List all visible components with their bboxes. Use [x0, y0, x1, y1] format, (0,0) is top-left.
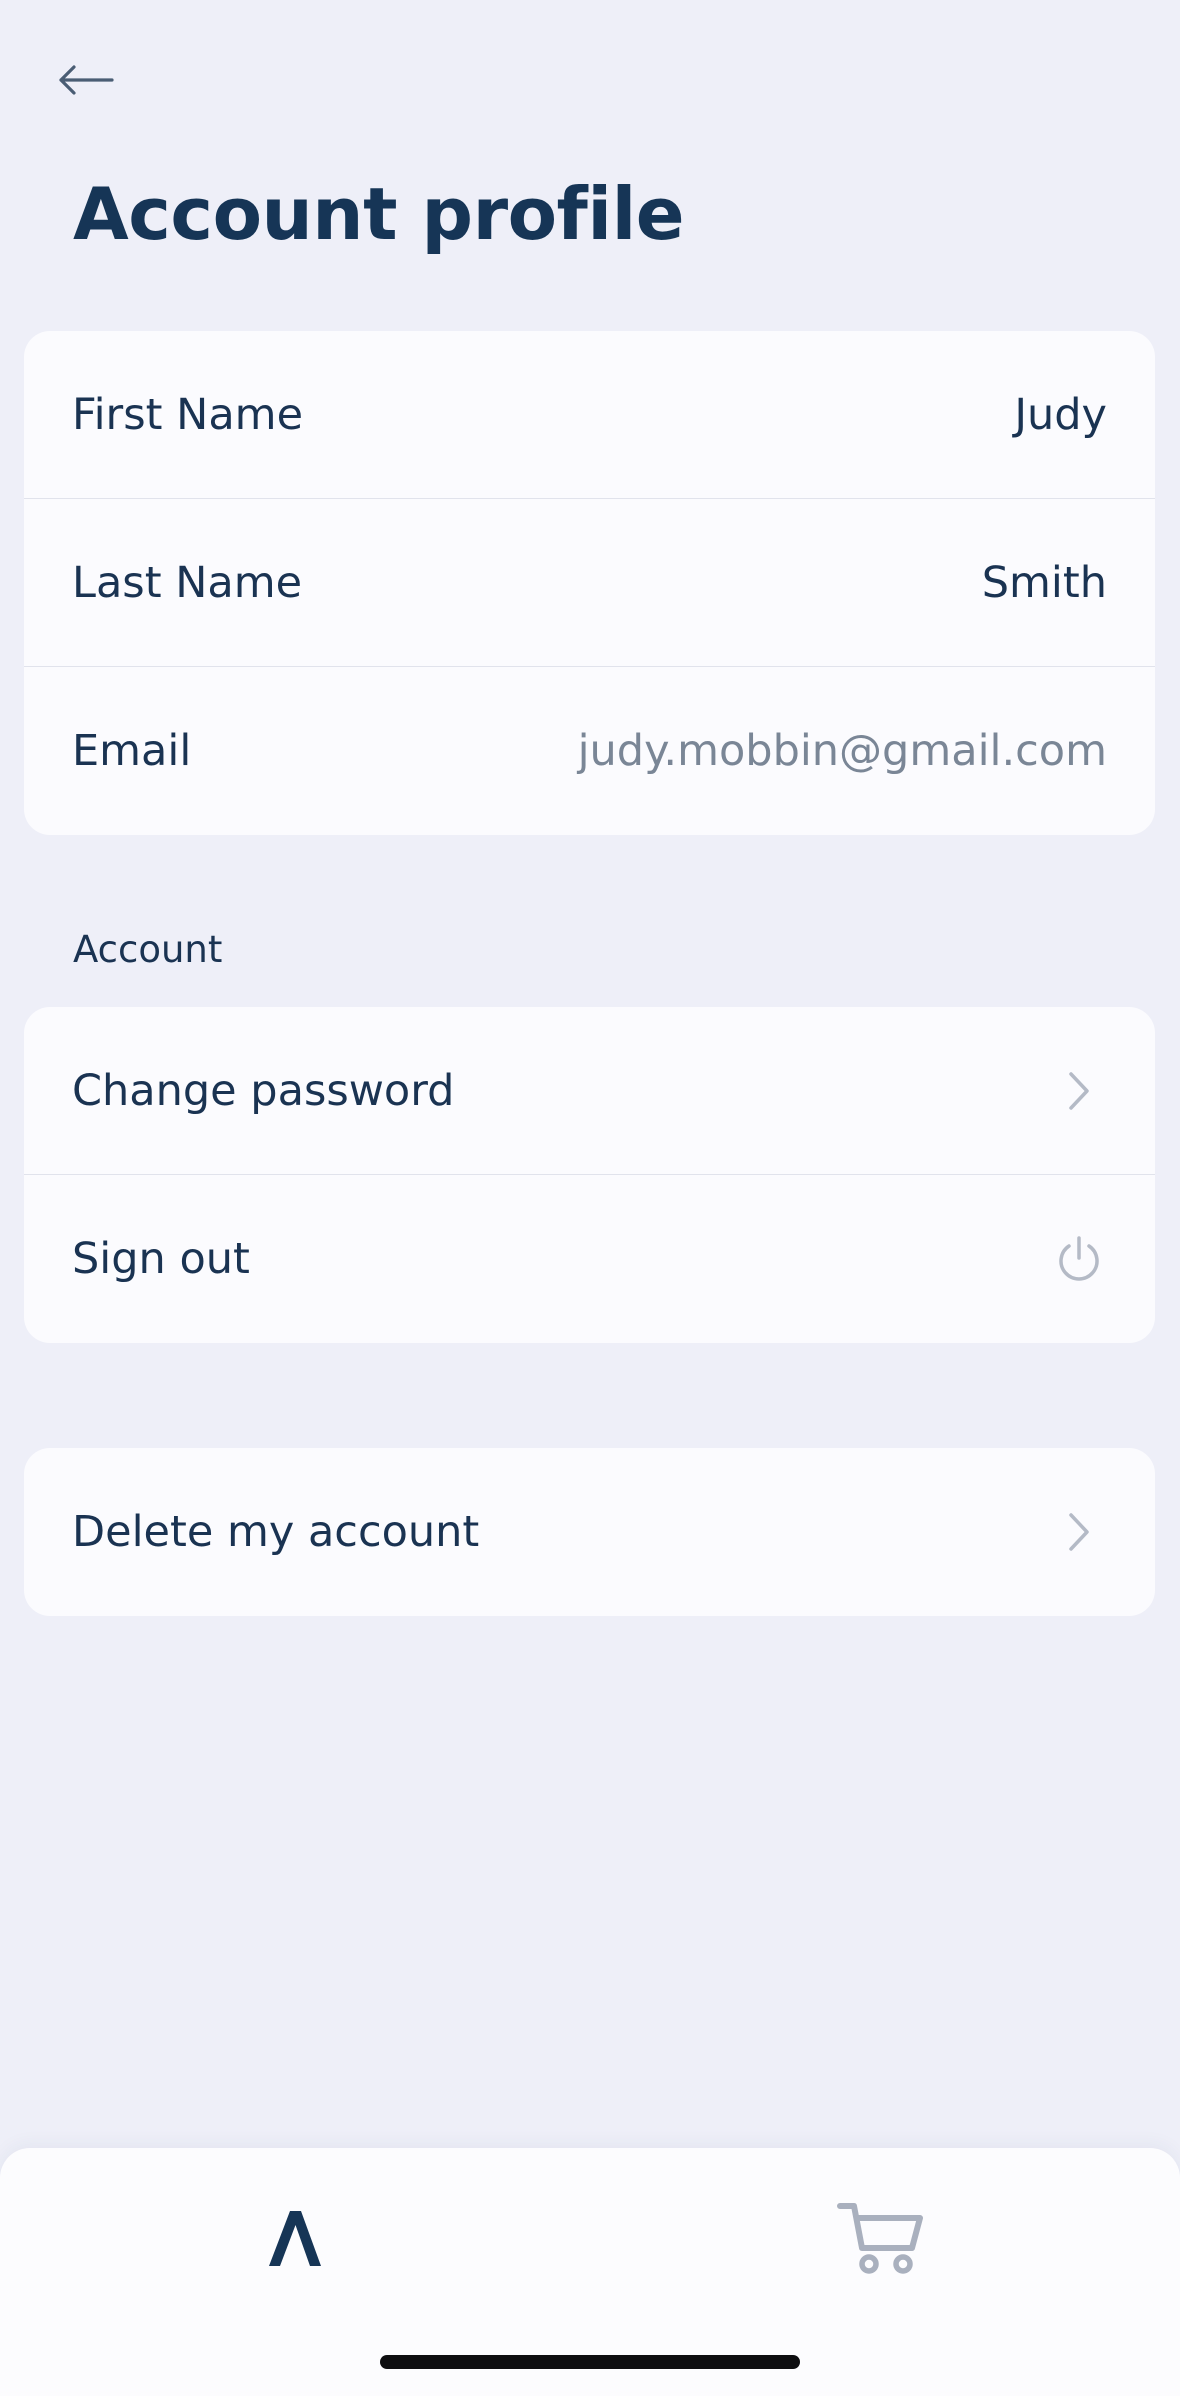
sign-out-label: Sign out	[72, 1234, 250, 1284]
power-icon	[1051, 1231, 1107, 1287]
last-name-row[interactable]: Last Name Smith	[24, 499, 1155, 667]
account-card: Change password Sign out	[24, 1007, 1155, 1343]
chevron-right-icon	[1051, 1063, 1107, 1119]
account-section-heading: Account	[73, 928, 223, 971]
email-label: Email	[72, 726, 192, 776]
cart-icon	[837, 2203, 923, 2274]
home-indicator	[380, 2355, 800, 2369]
chevron-right-icon	[1051, 1504, 1107, 1560]
first-name-value: Judy	[1014, 389, 1107, 440]
last-name-label: Last Name	[72, 557, 303, 608]
change-password-label: Change password	[72, 1065, 455, 1116]
last-name-value: Smith	[981, 557, 1107, 608]
tab-home[interactable]	[235, 2178, 355, 2298]
delete-account-row[interactable]: Delete my account	[24, 1448, 1155, 1616]
arrow-left-icon	[59, 65, 114, 95]
change-password-row[interactable]: Change password	[24, 1007, 1155, 1175]
tab-cart[interactable]	[822, 2178, 942, 2298]
back-button[interactable]	[58, 52, 130, 108]
sign-out-row[interactable]: Sign out	[24, 1175, 1155, 1343]
email-row[interactable]: Email judy.mobbin@gmail.com	[24, 667, 1155, 835]
first-name-label: First Name	[72, 389, 304, 440]
first-name-row[interactable]: First Name Judy	[24, 331, 1155, 499]
delete-account-label: Delete my account	[72, 1507, 480, 1557]
profile-card: First Name Judy Last Name Smith Email ju…	[24, 331, 1155, 835]
lambda-logo-icon	[269, 2211, 321, 2266]
page-title: Account profile	[73, 172, 685, 256]
email-value: judy.mobbin@gmail.com	[577, 726, 1107, 776]
delete-account-card: Delete my account	[24, 1448, 1155, 1616]
